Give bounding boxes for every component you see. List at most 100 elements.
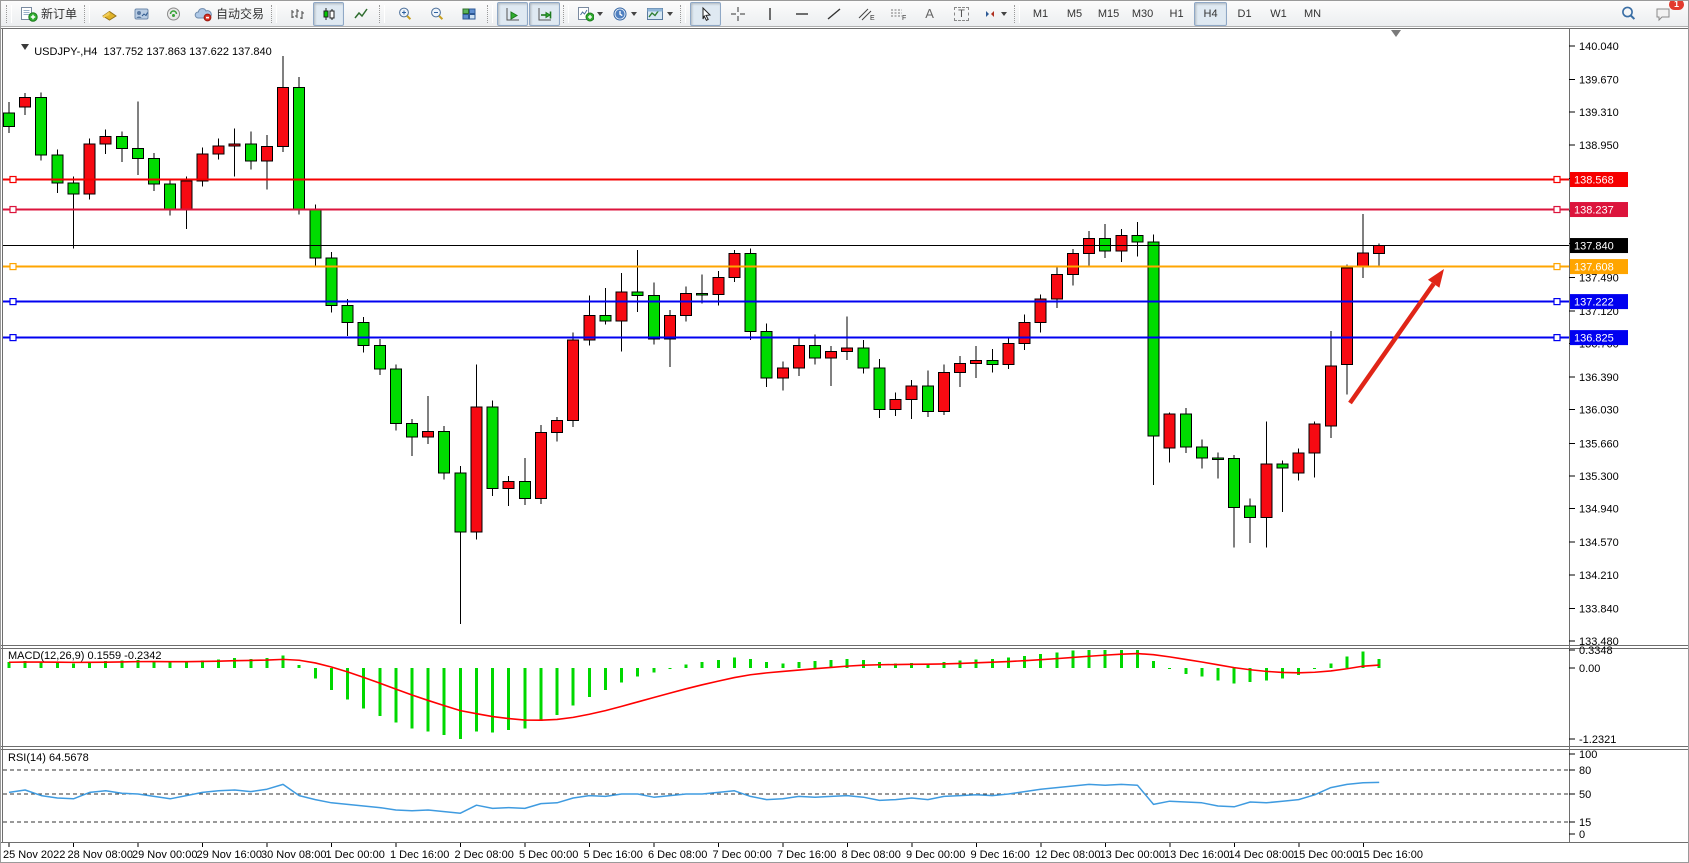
svg-text:8 Dec 08:00: 8 Dec 08:00 [842, 849, 901, 861]
svg-text:6 Dec 08:00: 6 Dec 08:00 [648, 849, 707, 861]
hline-handle[interactable] [10, 335, 16, 341]
hline-138.568[interactable]: 138.568 [3, 172, 1628, 187]
timeframe-button-W1[interactable]: W1 [1262, 2, 1295, 26]
text-button[interactable]: A [914, 2, 945, 26]
auto-scroll-icon [505, 6, 521, 22]
fibonacci-button[interactable]: F [882, 2, 913, 26]
channel-icon: E [857, 6, 875, 22]
svg-text:139.670: 139.670 [1579, 75, 1619, 87]
channel-letter: E [870, 15, 875, 22]
chart-canvas[interactable]: 140.040139.670139.310138.950138.580138.2… [1, 27, 1689, 863]
navigator-button[interactable] [126, 2, 157, 26]
hline-handle[interactable] [1554, 299, 1560, 305]
toolbar-grip[interactable] [84, 5, 90, 23]
toolbar-grip[interactable] [271, 5, 277, 23]
toolbar-right-group: 1 [1613, 2, 1685, 26]
macd-panel: 0.33480.00-1.2321 [8, 645, 1617, 746]
timeframe-button-M30[interactable]: M30 [1126, 2, 1159, 26]
chart-shift-button[interactable] [529, 2, 560, 26]
hline-handle[interactable] [10, 177, 16, 183]
candlesticks [4, 56, 1385, 624]
equidistant-channel-button[interactable]: E [850, 2, 881, 26]
tile-windows-button[interactable] [453, 2, 484, 26]
templates-button[interactable] [642, 2, 677, 26]
svg-text:5 Dec 00:00: 5 Dec 00:00 [519, 849, 578, 861]
trend-arrow[interactable] [1350, 269, 1444, 403]
chat-button[interactable]: 1 [1648, 2, 1679, 26]
hline-handle[interactable] [1554, 335, 1560, 341]
autotrading-button[interactable]: 自动交易 [190, 2, 268, 26]
svg-text:134.210: 134.210 [1579, 570, 1619, 582]
timeframe-button-M1[interactable]: M1 [1024, 2, 1057, 26]
svg-text:-1.2321: -1.2321 [1579, 734, 1616, 746]
price-badge-value: 137.608 [1574, 262, 1614, 274]
hline-handle[interactable] [1554, 264, 1560, 270]
search-button[interactable] [1613, 2, 1644, 26]
new-chart-button[interactable] [573, 2, 607, 26]
hline-handle[interactable] [10, 264, 16, 270]
horizontal-line-button[interactable] [786, 2, 817, 26]
bar-chart-button[interactable] [281, 2, 312, 26]
hline-138.237[interactable]: 138.237 [3, 202, 1628, 217]
timeframe-button-H1[interactable]: H1 [1160, 2, 1193, 26]
svg-text:2 Dec 08:00: 2 Dec 08:00 [455, 849, 514, 861]
candlestick-chart-icon [321, 6, 337, 22]
hline-handle[interactable] [1554, 177, 1560, 183]
hline-handle[interactable] [10, 299, 16, 305]
price-badge-value: 136.825 [1574, 333, 1614, 345]
crosshair-button[interactable] [722, 2, 753, 26]
dropdown-caret-icon [667, 12, 673, 19]
svg-text:13 Dec 16:00: 13 Dec 16:00 [1164, 849, 1229, 861]
new-order-button[interactable]: 新订单 [16, 2, 81, 26]
fibo-letter: F [902, 15, 906, 22]
trendline-button[interactable] [818, 2, 849, 26]
price-badge-value: 138.237 [1574, 205, 1614, 217]
svg-text:29 Nov 16:00: 29 Nov 16:00 [197, 849, 262, 861]
dropdown-caret-icon [1001, 12, 1007, 19]
timeframe-button-H4[interactable]: H4 [1194, 2, 1227, 26]
toolbar-grip[interactable] [680, 5, 686, 23]
tile-windows-icon [461, 6, 477, 22]
svg-text:100: 100 [1579, 749, 1597, 761]
arrows-button[interactable] [978, 2, 1011, 26]
svg-text:1 Dec 00:00: 1 Dec 00:00 [326, 849, 385, 861]
hline-handle[interactable] [10, 207, 16, 213]
vertical-line-button[interactable] [754, 2, 785, 26]
signals-button[interactable] [158, 2, 189, 26]
time-axis: 25 Nov 202228 Nov 08:0029 Nov 00:0029 No… [3, 843, 1423, 861]
timeframe-button-MN[interactable]: MN [1296, 2, 1329, 26]
zoom-out-button[interactable] [421, 2, 452, 26]
market-watch-button[interactable] [94, 2, 125, 26]
timeframe-button-M15[interactable]: M15 [1092, 2, 1125, 26]
toolbar-grip[interactable] [1014, 5, 1020, 23]
cursor-button[interactable] [690, 2, 721, 26]
zoom-out-icon [429, 6, 445, 22]
mt4-terminal-window: 新订单 [0, 0, 1689, 863]
svg-text:5 Dec 16:00: 5 Dec 16:00 [584, 849, 643, 861]
signal-swirl-icon [165, 6, 182, 22]
timeframe-button-M5[interactable]: M5 [1058, 2, 1091, 26]
svg-text:15: 15 [1579, 817, 1591, 829]
timeframe-button-D1[interactable]: D1 [1228, 2, 1261, 26]
text-label-button[interactable]: T [946, 2, 977, 26]
new-order-label: 新订单 [41, 5, 77, 22]
svg-text:134.940: 134.940 [1579, 504, 1619, 516]
candlestick-chart-button[interactable] [313, 2, 344, 26]
toolbar-grip[interactable] [6, 5, 12, 23]
line-chart-button[interactable] [345, 2, 376, 26]
svg-text:135.300: 135.300 [1579, 471, 1619, 483]
auto-scroll-button[interactable] [497, 2, 528, 26]
hline-handle[interactable] [1554, 207, 1560, 213]
chart-shift-marker-icon[interactable] [1391, 30, 1401, 37]
hline-137.608[interactable]: 137.608 [3, 259, 1628, 274]
zoom-in-button[interactable] [389, 2, 420, 26]
hline-137.222[interactable]: 137.222 [3, 294, 1628, 309]
chart-shift-icon [537, 6, 553, 22]
toolbar-grip[interactable] [487, 5, 493, 23]
toolbar-grip[interactable] [379, 5, 385, 23]
svg-text:25 Nov 2022: 25 Nov 2022 [3, 849, 65, 861]
crosshair-icon [730, 6, 746, 22]
svg-text:30 Nov 08:00: 30 Nov 08:00 [261, 849, 326, 861]
toolbar-grip[interactable] [563, 5, 569, 23]
periods-button[interactable] [608, 2, 641, 26]
